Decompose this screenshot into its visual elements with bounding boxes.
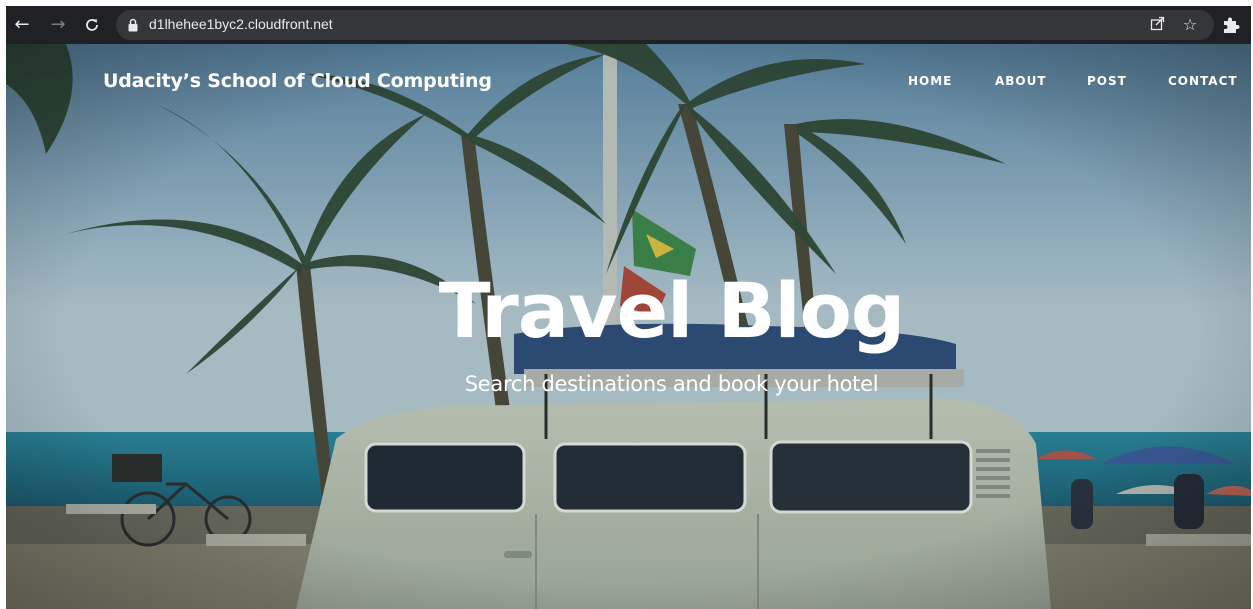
- hero-section: Udacity’s School of Cloud Computing HOME…: [6, 44, 1251, 609]
- address-bar[interactable]: d1lhehee1byc2.cloudfront.net ☆: [116, 10, 1214, 40]
- nav-post-link[interactable]: POST: [1087, 74, 1127, 88]
- nav-contact-link[interactable]: CONTACT: [1168, 74, 1238, 88]
- star-icon[interactable]: ☆: [1180, 15, 1200, 35]
- hero-subtitle: Search destinations and book your hotel: [464, 372, 879, 396]
- puzzle-icon[interactable]: [1221, 15, 1241, 35]
- browser-toolbar: ← → d1lhehee1byc2.cloudfront.net ☆: [6, 6, 1251, 44]
- hero-title: Travel Blog: [438, 266, 905, 355]
- site-brand-link[interactable]: Udacity’s School of Cloud Computing: [103, 70, 492, 92]
- share-icon[interactable]: [1148, 15, 1168, 35]
- browser-window: ← → d1lhehee1byc2.cloudfront.net ☆ Udaci…: [6, 6, 1251, 609]
- lock-icon[interactable]: [128, 18, 138, 32]
- url-text[interactable]: d1lhehee1byc2.cloudfront.net: [149, 16, 333, 32]
- reload-icon[interactable]: [80, 13, 104, 37]
- nav-about-link[interactable]: ABOUT: [995, 74, 1047, 88]
- back-arrow-icon[interactable]: ←: [10, 13, 34, 37]
- forward-arrow-icon[interactable]: →: [46, 13, 70, 37]
- nav-home-link[interactable]: HOME: [908, 74, 952, 88]
